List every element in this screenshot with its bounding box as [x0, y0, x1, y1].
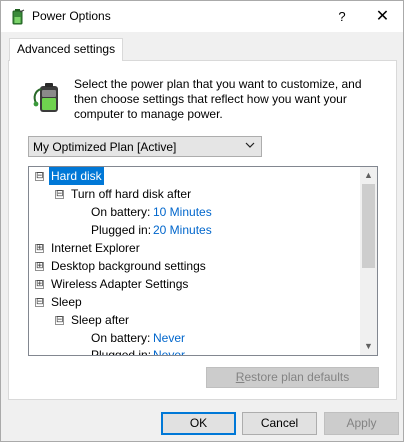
close-button[interactable]: ✕ [362, 1, 403, 32]
setting-label: On battery: [91, 205, 151, 219]
tree-item-sleep-plugged-in[interactable]: Plugged in: Never [91, 346, 185, 356]
ok-button[interactable]: OK [161, 412, 236, 435]
battery-power-icon [33, 83, 58, 112]
settings-tree[interactable]: ⊟ Hard disk ⊟ Turn off hard disk after O… [28, 166, 378, 356]
setting-value-link[interactable]: Never [153, 346, 185, 355]
power-plan-value: My Optimized Plan [Active] [33, 140, 177, 154]
collapse-icon[interactable]: ⊟ [55, 190, 64, 199]
tree-item-label: Desktop background settings [51, 259, 206, 273]
title-bar: Power Options ? ✕ [1, 1, 403, 32]
expand-icon[interactable]: ⊞ [35, 244, 44, 253]
power-options-window: Power Options ? ✕ Advanced settings Sele… [0, 0, 404, 442]
restore-label-rest: estore plan defaults [244, 370, 350, 384]
cancel-button[interactable]: Cancel [242, 412, 317, 435]
collapse-icon[interactable]: ⊟ [55, 316, 64, 325]
setting-label: On battery: [91, 331, 151, 345]
setting-label: Plugged in: [91, 348, 152, 356]
tree-item-hard-disk-on-battery[interactable]: On battery: 10 Minutes [91, 203, 212, 221]
tree-item-label: Internet Explorer [51, 241, 140, 255]
intro-description: Select the power plan that you want to c… [74, 77, 362, 121]
setting-value-link[interactable]: 10 Minutes [153, 203, 212, 221]
close-icon: ✕ [375, 8, 390, 25]
chevron-down-icon [245, 142, 255, 148]
setting-value-link[interactable]: 20 Minutes [153, 221, 212, 239]
expand-icon[interactable]: ⊞ [35, 280, 44, 289]
tree-item-label: Sleep after [71, 313, 130, 327]
apply-button[interactable]: Apply [324, 412, 399, 435]
tree-item-sleep-on-battery[interactable]: On battery: Never [91, 329, 185, 347]
tree-scrollbar[interactable]: ▲ ▼ [360, 167, 377, 355]
help-button[interactable]: ? [322, 1, 362, 32]
tab-advanced-settings[interactable]: Advanced settings [9, 38, 124, 61]
setting-label: Plugged in: [91, 223, 152, 237]
power-options-icon [12, 9, 25, 25]
setting-value-link[interactable]: Never [153, 329, 185, 347]
expand-icon[interactable]: ⊞ [35, 262, 44, 271]
collapse-icon[interactable]: ⊟ [35, 298, 44, 307]
collapse-icon[interactable]: ⊟ [35, 172, 44, 181]
restore-plan-defaults-button[interactable]: Restore plan defaults [206, 367, 379, 388]
window-title: Power Options [32, 9, 111, 23]
tree-item-label: Wireless Adapter Settings [51, 277, 189, 291]
scrollbar-thumb[interactable] [362, 184, 375, 268]
power-plan-select[interactable]: My Optimized Plan [Active] [28, 136, 262, 157]
tree-item-label: Sleep [51, 295, 82, 309]
tree-item-label: Turn off hard disk after [71, 187, 192, 201]
tree-item-label: Hard disk [49, 167, 104, 185]
scroll-down-icon[interactable]: ▼ [360, 338, 377, 355]
scroll-up-icon[interactable]: ▲ [360, 167, 377, 184]
tree-item-hard-disk-plugged-in[interactable]: Plugged in: 20 Minutes [91, 221, 212, 239]
